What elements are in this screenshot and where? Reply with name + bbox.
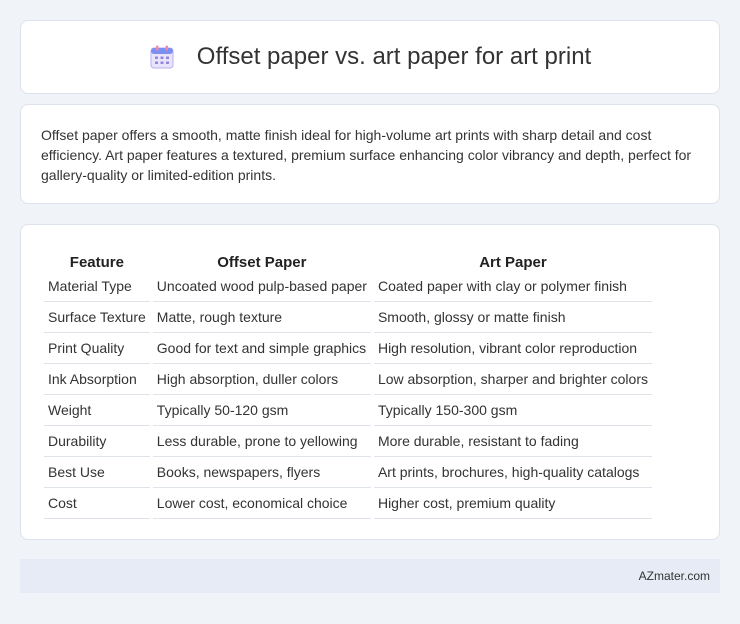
header-art-paper: Art Paper <box>479 254 547 271</box>
feature-cell: Ink Absorption <box>44 364 150 395</box>
table-row: Weight Typically 50-120 gsm Typically 15… <box>44 395 652 426</box>
page-title: Offset paper vs. art paper for art print <box>196 43 592 70</box>
comparison-table: Feature Offset Paper Art Paper Material … <box>41 245 655 519</box>
calendar-icon <box>149 45 175 69</box>
art-paper-cell: Low absorption, sharper and brighter col… <box>373 364 652 395</box>
offset-paper-cell: Typically 50-120 gsm <box>152 395 371 426</box>
intro-card: Offset paper offers a smooth, matte fini… <box>20 104 720 204</box>
table-header-row: Feature Offset Paper Art Paper <box>44 245 652 271</box>
feature-cell: Weight <box>44 395 150 426</box>
feature-cell: Best Use <box>44 457 150 488</box>
feature-cell: Surface Texture <box>44 302 150 333</box>
table-row: Cost Lower cost, economical choice Highe… <box>44 488 652 519</box>
art-paper-cell: Typically 150-300 gsm <box>373 395 652 426</box>
footer: AZmater.com <box>20 559 720 593</box>
feature-cell: Material Type <box>44 271 150 302</box>
art-paper-cell: Coated paper with clay or polymer finish <box>373 271 652 302</box>
comparison-table-card: Feature Offset Paper Art Paper Material … <box>20 224 720 540</box>
intro-text: Offset paper offers a smooth, matte fini… <box>41 127 692 183</box>
table-row: Print Quality Good for text and simple g… <box>44 333 652 364</box>
offset-paper-cell: Books, newspapers, flyers <box>152 457 371 488</box>
offset-paper-cell: Lower cost, economical choice <box>152 488 371 519</box>
art-paper-cell: High resolution, vibrant color reproduct… <box>373 333 652 364</box>
offset-paper-cell: High absorption, duller colors <box>152 364 371 395</box>
footer-brand: AZmater.com <box>638 569 710 583</box>
header-offset-paper: Offset Paper <box>217 254 307 271</box>
table-row: Surface Texture Matte, rough texture Smo… <box>44 302 652 333</box>
art-paper-cell: Smooth, glossy or matte finish <box>373 302 652 333</box>
offset-paper-cell: Good for text and simple graphics <box>152 333 371 364</box>
table-row: Durability Less durable, prone to yellow… <box>44 426 652 457</box>
offset-paper-cell: Matte, rough texture <box>152 302 371 333</box>
title-card: Offset paper vs. art paper for art print <box>20 20 720 94</box>
feature-cell: Print Quality <box>44 333 150 364</box>
art-paper-cell: Higher cost, premium quality <box>373 488 652 519</box>
offset-paper-cell: Less durable, prone to yellowing <box>152 426 371 457</box>
table-row: Material Type Uncoated wood pulp-based p… <box>44 271 652 302</box>
offset-paper-cell: Uncoated wood pulp-based paper <box>152 271 371 302</box>
feature-cell: Durability <box>44 426 150 457</box>
art-paper-cell: Art prints, brochures, high-quality cata… <box>373 457 652 488</box>
feature-cell: Cost <box>44 488 150 519</box>
header-feature: Feature <box>69 254 124 271</box>
table-row: Ink Absorption High absorption, duller c… <box>44 364 652 395</box>
art-paper-cell: More durable, resistant to fading <box>373 426 652 457</box>
table-row: Best Use Books, newspapers, flyers Art p… <box>44 457 652 488</box>
